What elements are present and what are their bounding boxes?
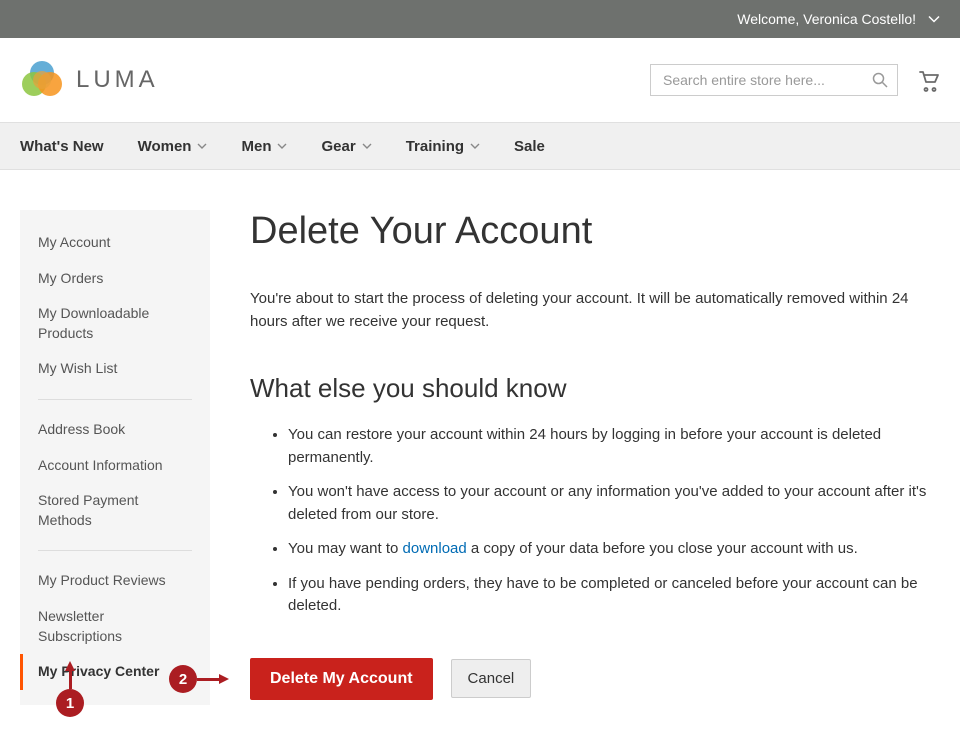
- nav-bar: What's New Women Men Gear Training Sale: [0, 122, 960, 170]
- annotation-1: 1: [56, 661, 84, 717]
- download-link[interactable]: download: [403, 540, 467, 557]
- sidebar-item-address-book[interactable]: Address Book: [20, 412, 210, 448]
- search-cart: [650, 64, 940, 96]
- info-list: You can restore your account within 24 h…: [250, 424, 940, 618]
- arrow-right-icon: [219, 674, 229, 684]
- welcome-text: Welcome, Veronica Costello!: [737, 11, 916, 27]
- sidebar-item-account-info[interactable]: Account Information: [20, 448, 210, 484]
- chevron-down-icon: [197, 141, 207, 151]
- sidebar-item-my-orders[interactable]: My Orders: [20, 261, 210, 297]
- delete-account-button[interactable]: Delete My Account: [250, 658, 433, 700]
- button-row: Delete My Account Cancel: [250, 658, 940, 700]
- logo-icon: [20, 58, 64, 102]
- annotation-line: [69, 671, 72, 689]
- sidebar-item-payment-methods[interactable]: Stored Payment Methods: [20, 483, 210, 538]
- nav-training[interactable]: Training: [406, 123, 480, 169]
- nav-label: Men: [241, 138, 271, 155]
- sidebar-item-newsletter[interactable]: Newsletter Subscriptions: [20, 599, 210, 654]
- annotation-circle-1: 1: [56, 689, 84, 717]
- search-input[interactable]: [650, 64, 898, 96]
- sidebar-item-product-reviews[interactable]: My Product Reviews: [20, 563, 210, 599]
- annotation-line: [197, 678, 219, 681]
- page-title: Delete Your Account: [250, 210, 940, 253]
- search-box: [650, 64, 898, 96]
- cart-icon[interactable]: [916, 68, 940, 92]
- nav-men[interactable]: Men: [241, 123, 287, 169]
- nav-women[interactable]: Women: [138, 123, 208, 169]
- nav-sale[interactable]: Sale: [514, 123, 545, 169]
- cancel-button[interactable]: Cancel: [451, 659, 532, 698]
- nav-gear[interactable]: Gear: [321, 123, 371, 169]
- sidebar-item-my-account[interactable]: My Account: [20, 225, 210, 261]
- sidebar-divider: [38, 399, 192, 400]
- chevron-down-icon: [277, 141, 287, 151]
- arrow-up-icon: [65, 661, 75, 671]
- nav-label: What's New: [20, 138, 104, 155]
- info-item-no-access: You won't have access to your account or…: [288, 481, 940, 526]
- nav-label: Training: [406, 138, 464, 155]
- info-item-download: You may want to download a copy of your …: [288, 538, 940, 561]
- info-item-pending-orders: If you have pending orders, they have to…: [288, 573, 940, 618]
- search-icon[interactable]: [872, 72, 888, 88]
- chevron-down-icon: [470, 141, 480, 151]
- sidebar-item-wish-list[interactable]: My Wish List: [20, 351, 210, 387]
- account-menu-chevron-icon[interactable]: [928, 13, 940, 25]
- annotation-circle-2: 2: [169, 665, 197, 693]
- sidebar-item-downloadable[interactable]: My Downloadable Products: [20, 296, 210, 351]
- logo-text: LUMA: [76, 66, 159, 94]
- annotation-2: 2: [169, 665, 229, 693]
- chevron-down-icon: [362, 141, 372, 151]
- header-bar: Welcome, Veronica Costello!: [0, 0, 960, 38]
- content: My Account My Orders My Downloadable Pro…: [0, 170, 960, 725]
- nav-whats-new[interactable]: What's New: [20, 123, 104, 169]
- subheading: What else you should know: [250, 373, 940, 404]
- sidebar: My Account My Orders My Downloadable Pro…: [20, 210, 210, 705]
- logo[interactable]: LUMA: [20, 58, 159, 102]
- logo-bar: LUMA: [0, 38, 960, 122]
- nav-label: Sale: [514, 138, 545, 155]
- info-item-restore: You can restore your account within 24 h…: [288, 424, 940, 469]
- nav-label: Gear: [321, 138, 355, 155]
- main-column: Delete Your Account You're about to star…: [250, 210, 940, 700]
- nav-label: Women: [138, 138, 192, 155]
- page-intro: You're about to start the process of del…: [250, 288, 940, 333]
- sidebar-divider: [38, 550, 192, 551]
